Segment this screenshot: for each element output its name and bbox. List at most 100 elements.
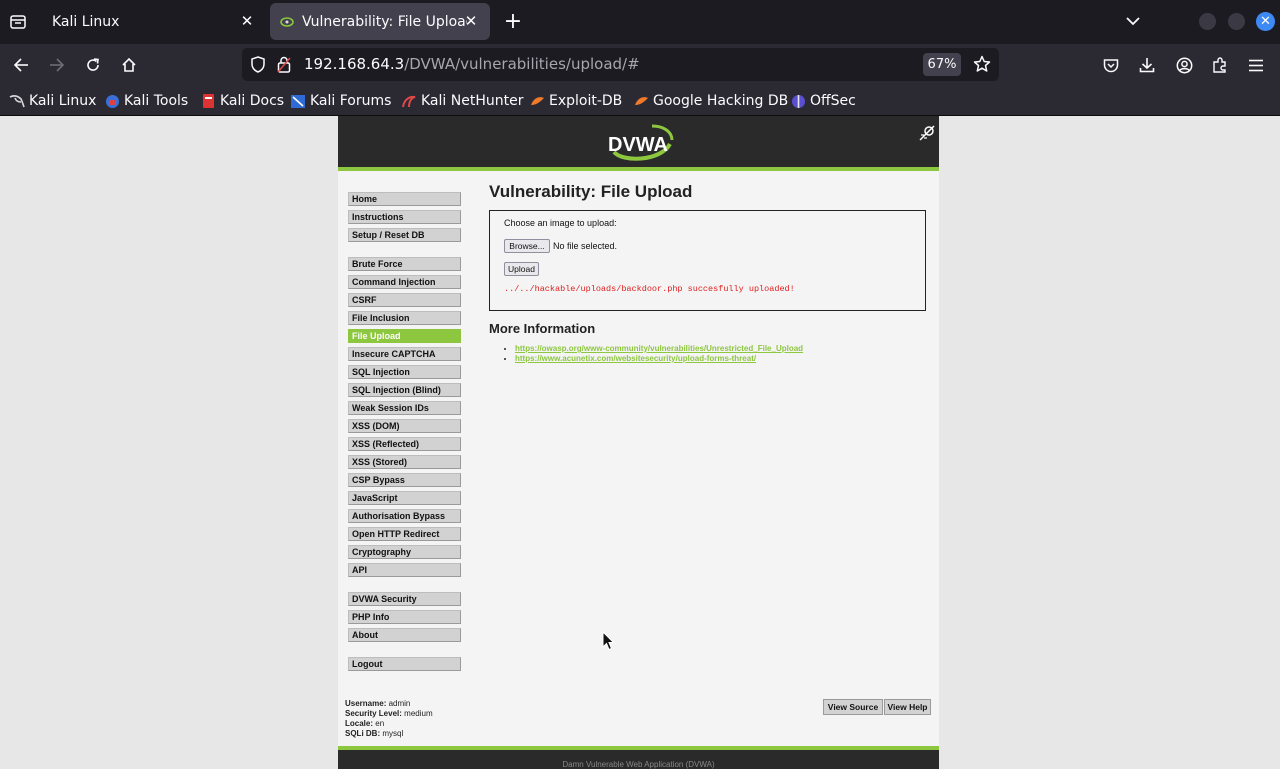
- back-icon[interactable]: [7, 51, 35, 79]
- kali-tools-icon: [104, 93, 120, 109]
- sidebar-item-instructions[interactable]: Instructions: [348, 210, 461, 224]
- view-help-button[interactable]: View Help: [884, 699, 931, 715]
- bookmark-label: Kali Linux: [29, 93, 97, 109]
- bookmark-label: Kali Docs: [220, 93, 285, 109]
- dvwa-favicon-icon: [280, 16, 294, 27]
- maximize-window-button[interactable]: [1228, 13, 1245, 30]
- sqli-db-label: SQLi DB:: [345, 729, 381, 738]
- tab-title: Vulnerability: File Upload: [302, 13, 467, 30]
- tracking-shield-icon[interactable]: [250, 56, 266, 73]
- reload-icon[interactable]: [79, 51, 107, 79]
- upload-result-message: ../../hackable/uploads/backdoor.php succ…: [504, 284, 795, 294]
- mouse-cursor-icon: [602, 631, 614, 651]
- new-tab-icon[interactable]: +: [500, 8, 526, 34]
- home-icon[interactable]: [115, 51, 143, 79]
- footer-text: Damn Vulnerable Web Application (DVWA): [562, 760, 715, 769]
- hamburger-menu-icon[interactable]: [1242, 51, 1270, 79]
- view-source-button[interactable]: View Source: [823, 699, 883, 715]
- url-bar[interactable]: 192.168.64.3/DVWA/vulnerabilities/upload…: [242, 48, 999, 81]
- account-icon[interactable]: [1170, 51, 1198, 79]
- acunetix-link[interactable]: https://www.acunetix.com/websitesecurity…: [515, 354, 756, 363]
- owasp-link[interactable]: https://owasp.org/www-community/vulnerab…: [515, 344, 803, 353]
- bookmark-kali-tools[interactable]: Kali Tools: [104, 91, 188, 111]
- forward-icon[interactable]: [43, 51, 71, 79]
- bookmark-offsec[interactable]: OffSec: [790, 91, 856, 111]
- url-path: /DVWA/vulnerabilities/upload/#: [404, 55, 640, 73]
- kali-dragon-icon: [9, 93, 25, 109]
- dvwa-logo: DVWA: [608, 124, 674, 161]
- theme-toggle-icon[interactable]: [918, 124, 936, 142]
- bookmark-label: Kali Tools: [124, 93, 189, 109]
- insecure-lock-icon[interactable]: [277, 56, 291, 73]
- tab-vulnerability-file-upload[interactable]: Vulnerability: File Upload ✕: [270, 3, 490, 40]
- security-level-value: medium: [404, 709, 433, 718]
- sidebar-item-logout[interactable]: Logout: [348, 657, 461, 671]
- no-file-selected-text: No file selected.: [553, 241, 618, 251]
- sidebar-item-brute-force[interactable]: Brute Force: [348, 257, 461, 271]
- offsec-icon: [790, 93, 806, 109]
- tab-close-icon[interactable]: ✕: [238, 12, 256, 30]
- bookmarks-toolbar: Kali Linux Kali Tools Kali Docs Kali For…: [0, 86, 1280, 116]
- downloads-icon[interactable]: [1133, 51, 1161, 79]
- sidebar-item-sql-injection-blind[interactable]: SQL Injection (Blind): [348, 383, 461, 397]
- list-item: https://www.acunetix.com/websitesecurity…: [515, 354, 803, 364]
- tab-kali-linux[interactable]: Kali Linux ✕: [40, 3, 266, 40]
- pocket-icon[interactable]: [1097, 51, 1125, 79]
- url-text[interactable]: 192.168.64.3/DVWA/vulnerabilities/upload…: [304, 55, 640, 73]
- extensions-icon[interactable]: [1206, 51, 1234, 79]
- bookmark-label: OffSec: [810, 93, 856, 109]
- sidebar-item-api[interactable]: API: [348, 563, 461, 577]
- sidebar-item-cryptography[interactable]: Cryptography: [348, 545, 461, 559]
- sidebar-item-sql-injection[interactable]: SQL Injection: [348, 365, 461, 379]
- sidebar-item-php-info[interactable]: PHP Info: [348, 610, 461, 624]
- sidebar-item-open-http-redirect[interactable]: Open HTTP Redirect: [348, 527, 461, 541]
- sidebar-item-setup-reset-db[interactable]: Setup / Reset DB: [348, 228, 461, 242]
- bookmark-kali-forums[interactable]: Kali Forums: [290, 91, 391, 111]
- more-information-links: https://owasp.org/www-community/vulnerab…: [507, 344, 803, 364]
- user-info-panel: Username: admin Security Level: medium L…: [345, 699, 433, 739]
- sqli-db-value: mysql: [382, 729, 404, 738]
- bookmark-google-hacking-db[interactable]: Google Hacking DB: [633, 91, 788, 111]
- zoom-level-badge[interactable]: 67%: [923, 53, 961, 76]
- sidebar-item-csp-bypass[interactable]: CSP Bypass: [348, 473, 461, 487]
- locale-label: Locale:: [345, 719, 374, 728]
- sidebar-item-csrf[interactable]: CSRF: [348, 293, 461, 307]
- bookmark-label: Exploit-DB: [549, 93, 623, 109]
- sidebar-item-javascript[interactable]: JavaScript: [348, 491, 461, 505]
- bookmark-exploit-db[interactable]: Exploit-DB: [529, 91, 622, 111]
- nethunter-icon: [401, 93, 417, 109]
- sidebar-item-dvwa-security[interactable]: DVWA Security: [348, 592, 461, 606]
- sidebar-item-weak-session-ids[interactable]: Weak Session IDs: [348, 401, 461, 415]
- bookmark-kali-docs[interactable]: Kali Docs: [200, 91, 284, 111]
- url-host: 192.168.64.3: [304, 55, 405, 73]
- list-item: https://owasp.org/www-community/vulnerab…: [515, 344, 803, 354]
- bookmark-star-icon[interactable]: [973, 55, 991, 73]
- sidebar-item-authorisation-bypass[interactable]: Authorisation Bypass: [348, 509, 461, 523]
- sidebar-item-file-upload[interactable]: File Upload: [348, 329, 461, 343]
- tab-close-icon[interactable]: ✕: [462, 12, 480, 30]
- ghdb-icon: [633, 93, 649, 109]
- bookmark-kali-nethunter[interactable]: Kali NetHunter: [401, 91, 523, 111]
- sidebar-item-file-inclusion[interactable]: File Inclusion: [348, 311, 461, 325]
- minimize-window-button[interactable]: [1199, 13, 1216, 30]
- kali-docs-icon: [200, 93, 216, 109]
- sidebar-item-xss-stored[interactable]: XSS (Stored): [348, 455, 461, 469]
- sidebar-item-xss-reflected[interactable]: XSS (Reflected): [348, 437, 461, 451]
- sidebar-item-about[interactable]: About: [348, 628, 461, 642]
- close-window-button[interactable]: ✕: [1256, 12, 1275, 31]
- sidebar-item-insecure-captcha[interactable]: Insecure CAPTCHA: [348, 347, 461, 361]
- kali-forums-icon: [290, 93, 306, 109]
- page-title: Vulnerability: File Upload: [489, 182, 693, 201]
- username-value: admin: [388, 699, 411, 708]
- upload-button[interactable]: Upload: [504, 262, 539, 276]
- tab-title: Kali Linux: [52, 13, 120, 30]
- dvwa-header: DVWA: [338, 116, 939, 171]
- chevron-down-icon[interactable]: [1122, 10, 1144, 32]
- bookmark-kali-linux[interactable]: Kali Linux: [9, 91, 96, 111]
- sidebar-item-command-injection[interactable]: Command Injection: [348, 275, 461, 289]
- browse-button[interactable]: Browse...: [504, 239, 550, 253]
- sidebar-item-xss-dom[interactable]: XSS (DOM): [348, 419, 461, 433]
- bookmark-label: Kali Forums: [310, 93, 392, 109]
- sidebar-item-home[interactable]: Home: [348, 192, 461, 206]
- tab-list-icon[interactable]: [4, 8, 32, 36]
